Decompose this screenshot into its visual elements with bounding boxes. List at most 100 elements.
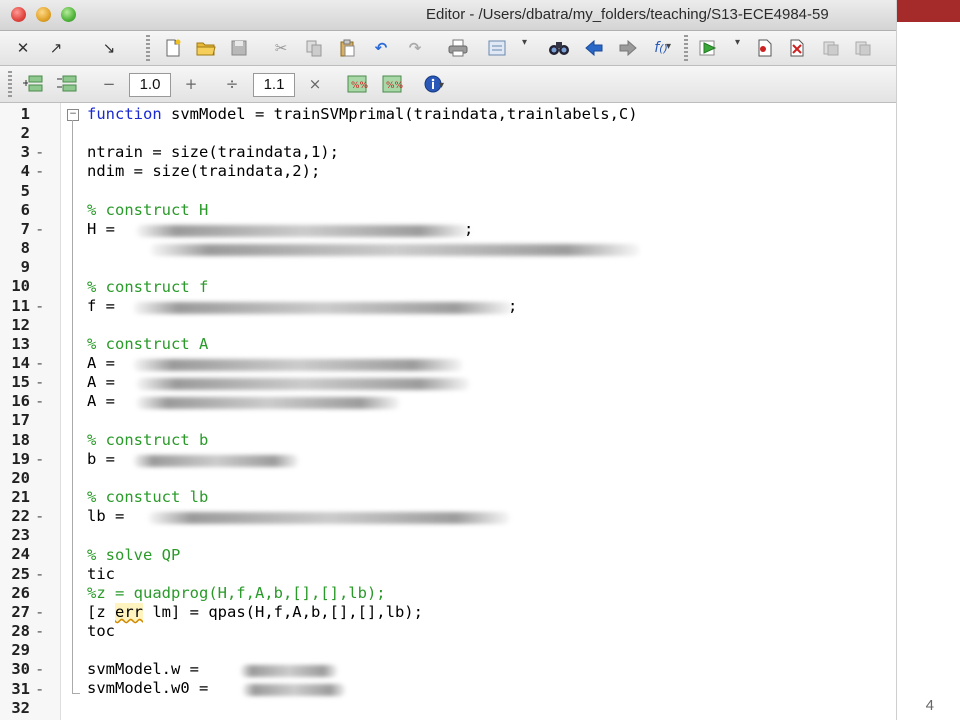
step-in-icon[interactable]	[852, 37, 874, 59]
go-back-icon[interactable]	[583, 37, 605, 59]
gutter-row: 2	[0, 124, 896, 143]
qpas-prefix: [z	[87, 603, 115, 621]
line-number: 32	[11, 698, 30, 717]
publish-icon[interactable]	[486, 37, 508, 59]
h-assignment: H =	[87, 220, 115, 238]
code-line-6: % construct H	[0, 201, 896, 220]
decrement-button[interactable]: −	[98, 73, 120, 95]
cell-mode-icon[interactable]: %%	[346, 73, 368, 95]
code-line-16: A =	[0, 392, 896, 411]
editor-window: Editor - /Users/dbatra/my_folders/teachi…	[0, 0, 897, 720]
b-assignment: b =	[87, 450, 115, 468]
zoom-window-button[interactable]	[61, 7, 76, 22]
dock-icon[interactable]: ↘	[98, 37, 120, 59]
svg-text:%%: %%	[351, 81, 368, 91]
toc-statement: toc	[87, 622, 115, 640]
minimize-window-button[interactable]	[36, 7, 51, 22]
run-dropdown-arrow-icon[interactable]: ▾	[735, 37, 740, 48]
redacted-code	[150, 244, 640, 256]
ndim-statement: ndim = size(traindata,2);	[87, 162, 321, 180]
code-line-28: toc	[0, 622, 896, 641]
redacted-code	[242, 684, 346, 696]
slide-accent-bar	[896, 0, 960, 22]
code-line-26: %z = quadprog(H,f,A,b,[],[],lb);	[0, 584, 896, 603]
undock-icon[interactable]: ↗	[45, 37, 67, 59]
slide-page-number: 4	[925, 697, 934, 714]
tic-statement: tic	[87, 565, 115, 583]
open-folder-icon[interactable]	[195, 37, 217, 59]
comment-construct-f: % construct f	[87, 278, 209, 296]
paste-icon[interactable]	[336, 37, 358, 59]
gutter-row: 20	[0, 469, 896, 488]
step-icon[interactable]	[820, 37, 842, 59]
code-line-25: tic	[0, 565, 896, 584]
svg-text:%%: %%	[386, 81, 403, 91]
save-icon[interactable]	[228, 37, 250, 59]
code-line-10: % construct f	[0, 278, 896, 297]
undo-icon[interactable]: ↶	[370, 37, 392, 59]
code-line-21: % constuct lb	[0, 488, 896, 507]
comment-construct-b: % construct b	[87, 431, 209, 449]
info-dropdown-arrow-icon[interactable]: ▾	[439, 80, 444, 91]
line-number: 9	[20, 258, 30, 277]
redacted-code	[240, 665, 338, 677]
svmmodel-w0-assignment: svmModel.w0 =	[87, 679, 209, 697]
line-number: 20	[11, 468, 30, 487]
print-icon[interactable]	[447, 37, 469, 59]
evaluate-cell-icon[interactable]	[56, 73, 78, 95]
redacted-code	[136, 378, 470, 390]
toolbar-separator	[684, 35, 688, 61]
insert-cell-icon[interactable]	[22, 73, 44, 95]
code-line-30: svmModel.w =	[0, 660, 896, 679]
divide-button[interactable]: ÷	[221, 73, 243, 95]
publish-dropdown-arrow-icon[interactable]: ▾	[522, 37, 527, 48]
a-assignment-1: A =	[87, 354, 115, 372]
main-toolbar: ✕ ↗ ↘ ✂ ↶ ↷ ▾ f () ▾ ▾	[0, 31, 896, 66]
cell-mode-alt-icon[interactable]: %%	[381, 73, 403, 95]
line-number: 17	[11, 411, 30, 430]
redacted-code	[133, 455, 299, 467]
new-file-icon[interactable]	[162, 37, 184, 59]
increment-value-field[interactable]: 1.0	[129, 73, 171, 97]
line-number: 5	[20, 181, 30, 200]
code-editor[interactable]: − 1 2 3-4-5 6 7-8 9 10 11-12 13 14-15-16-17 18 19-2…	[0, 103, 896, 720]
go-forward-icon[interactable]	[617, 37, 639, 59]
redacted-code	[133, 302, 513, 314]
quadprog-commented: %z = quadprog(H,f,A,b,[],[],lb);	[87, 584, 386, 602]
code-line-3: ntrain = size(traindata,1);	[0, 143, 896, 162]
line-number: 8	[20, 239, 30, 258]
gutter-row: 5	[0, 182, 896, 201]
title-bar: Editor - /Users/dbatra/my_folders/teachi…	[0, 0, 896, 31]
scale-value-field[interactable]: 1.1	[253, 73, 295, 97]
function-dropdown-arrow-icon[interactable]: ▾	[666, 41, 671, 52]
close-icon[interactable]: ✕	[12, 37, 34, 59]
code-line-4: ndim = size(traindata,2);	[0, 162, 896, 181]
redacted-code	[136, 225, 470, 237]
line-number: 2	[20, 124, 30, 143]
line-number: 23	[11, 526, 30, 545]
window-title: Editor - /Users/dbatra/my_folders/teachi…	[426, 6, 829, 23]
code-line-27: [z err lm] = qpas(H,f,A,b,[],[],lb);	[0, 603, 896, 622]
run-icon[interactable]	[698, 37, 720, 59]
keyword-function: function	[87, 105, 162, 123]
set-breakpoint-icon[interactable]	[754, 37, 776, 59]
redo-icon[interactable]: ↷	[404, 37, 426, 59]
clear-breakpoints-icon[interactable]	[786, 37, 808, 59]
redacted-code	[133, 359, 463, 371]
line-number: 12	[11, 315, 30, 334]
code-line-1: function svmModel = trainSVMprimal(train…	[0, 105, 896, 124]
multiply-button[interactable]: ×	[304, 73, 326, 95]
copy-icon[interactable]	[303, 37, 325, 59]
a-assignment-2: A =	[87, 373, 115, 391]
find-binoculars-icon[interactable]	[548, 37, 570, 59]
err-variable-warning: err	[115, 603, 143, 621]
lb-assignment: lb =	[87, 507, 125, 525]
a-assignment-3: A =	[87, 392, 115, 410]
code-line-13: % construct A	[0, 335, 896, 354]
cut-icon[interactable]: ✂	[270, 37, 292, 59]
increment-button[interactable]: +	[180, 73, 202, 95]
comment-construct-h: % construct H	[87, 201, 209, 219]
redacted-code	[148, 512, 510, 524]
close-window-button[interactable]	[11, 7, 26, 22]
ntrain-statement: ntrain = size(traindata,1);	[87, 143, 339, 161]
